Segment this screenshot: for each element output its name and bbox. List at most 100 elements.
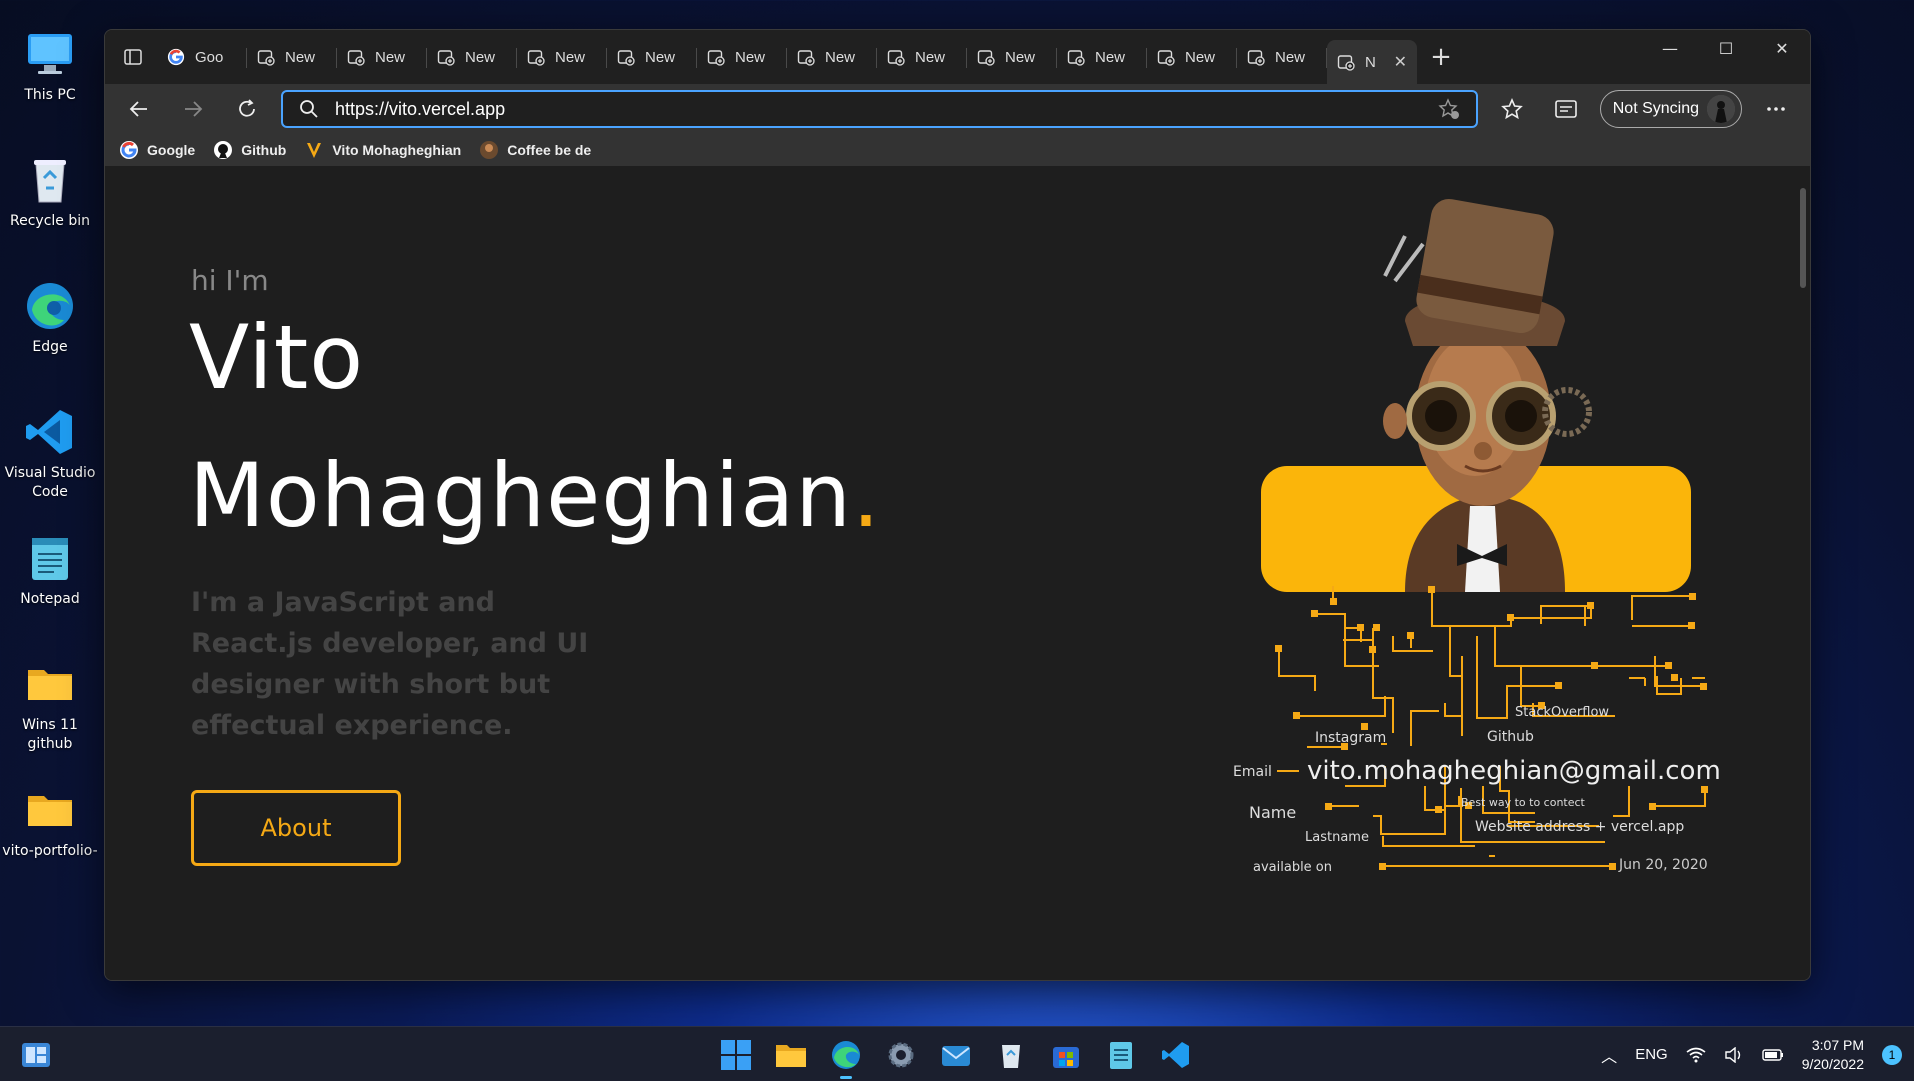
refresh-button[interactable]: [227, 89, 267, 129]
favorite-coffee[interactable]: Coffee be de: [479, 140, 591, 160]
browser-tab[interactable]: N ✕: [1327, 40, 1417, 84]
desktop-icon-folder-wins11[interactable]: Wins 11 github: [0, 658, 100, 754]
desktop-icon-vscode[interactable]: Visual Studio Code: [0, 406, 100, 502]
tab-label: N: [1365, 53, 1376, 71]
widgets-button[interactable]: [20, 1039, 52, 1071]
favorite-github[interactable]: Github: [213, 140, 286, 160]
forward-button[interactable]: [173, 89, 213, 129]
back-button[interactable]: [119, 89, 159, 129]
taskbar-file-explorer[interactable]: [771, 1035, 811, 1075]
taskbar-settings[interactable]: [881, 1035, 921, 1075]
best-way-label: Best way to to contect: [1461, 796, 1586, 809]
taskbar-edge[interactable]: [826, 1035, 866, 1079]
tab-label: New: [1005, 48, 1036, 66]
tab-label: New: [465, 48, 496, 66]
new-tab-icon: [977, 48, 995, 66]
add-favorite-icon[interactable]: [1438, 98, 1460, 120]
browser-tab[interactable]: New: [1057, 38, 1147, 76]
url-text[interactable]: https://vito.vercel.app: [335, 99, 1422, 120]
desktop-icon-folder-vito[interactable]: vito-portfolio-: [0, 784, 100, 861]
notepad-icon: [24, 532, 76, 584]
web-page: hi I'm Vito Mohagheghian. I'm a JavaScri…: [105, 166, 1810, 980]
browser-tab[interactable]: New: [877, 38, 967, 76]
forward-arrow-icon: [185, 101, 203, 117]
tab-actions-button[interactable]: [115, 39, 151, 75]
tab-strip: Goo New New New New New New New New New New New New N…: [105, 30, 1810, 84]
close-window-button[interactable]: ✕: [1754, 30, 1810, 66]
clock-time: 3:07 PM: [1811, 1036, 1864, 1053]
tab-label: Goo: [195, 48, 224, 66]
clock-date: 9/20/2022: [1801, 1055, 1864, 1072]
browser-tab[interactable]: New: [787, 38, 877, 76]
mail-icon: [942, 1046, 970, 1066]
desktop-icon-recycle-bin[interactable]: Recycle bin: [0, 154, 100, 231]
store-icon: [1053, 1047, 1079, 1068]
taskbar-apps: [716, 1035, 1196, 1079]
collections-icon: [1554, 100, 1577, 118]
close-tab-icon[interactable]: ✕: [1394, 52, 1407, 72]
start-button[interactable]: [716, 1035, 756, 1075]
desktop-icon-this-pc[interactable]: This PC: [0, 28, 100, 105]
notification-badge[interactable]: 1: [1882, 1044, 1902, 1065]
tab-label: New: [1095, 48, 1126, 66]
folder-icon: [24, 658, 76, 710]
language-indicator[interactable]: ENG: [1635, 1046, 1668, 1063]
taskbar-vscode[interactable]: [1156, 1035, 1196, 1075]
folder-icon: [776, 1045, 806, 1067]
profile-sync-button[interactable]: Not Syncing: [1599, 90, 1742, 128]
new-tab-icon: [617, 48, 635, 66]
tab-list: Goo New New New New New New New New New New New New N…: [157, 30, 1417, 84]
desktop-icon-label: Recycle bin: [10, 213, 90, 229]
new-tab-icon: [707, 48, 725, 66]
active-indicator: [840, 1076, 852, 1079]
github-label[interactable]: Github: [1487, 729, 1534, 745]
vscode-icon: [24, 406, 76, 458]
chevron-up-icon[interactable]: ︿: [1601, 1043, 1617, 1067]
email-address[interactable]: vito.mohagheghian@gmail.com: [1307, 756, 1721, 786]
available-date: Jun 20, 2020: [1618, 857, 1708, 873]
taskbar-store[interactable]: [1046, 1035, 1086, 1075]
browser-tab[interactable]: New: [607, 38, 697, 76]
desktop-icon-edge[interactable]: Edge: [0, 280, 100, 357]
tab-label: New: [735, 48, 766, 66]
sync-label: Not Syncing: [1612, 100, 1699, 117]
favorite-vito[interactable]: Vito Mohagheghian: [304, 140, 461, 160]
battery-icon[interactable]: [1762, 1048, 1784, 1062]
taskbar: ︿ ENG 3:07 PM 9/20/2022 1: [0, 1026, 1914, 1081]
edge-icon: [24, 280, 76, 332]
maximize-button[interactable]: ☐: [1698, 30, 1754, 66]
recycle-bin-icon: [24, 154, 76, 206]
taskbar-mail[interactable]: [936, 1035, 976, 1075]
tab-label: New: [1185, 48, 1216, 66]
browser-tab[interactable]: Goo: [157, 38, 247, 76]
address-bar[interactable]: https://vito.vercel.app: [281, 90, 1478, 128]
browser-tab[interactable]: New: [427, 38, 517, 76]
clock[interactable]: 3:07 PM 9/20/2022: [1802, 1036, 1864, 1074]
browser-tab[interactable]: New: [967, 38, 1057, 76]
minimize-button[interactable]: —: [1642, 30, 1698, 66]
vito-logo-icon: [307, 143, 322, 158]
browser-tab[interactable]: New: [517, 38, 607, 76]
stackoverflow-label[interactable]: StackOverflow: [1515, 705, 1609, 720]
browser-tab[interactable]: New: [1147, 38, 1237, 76]
browser-tab[interactable]: New: [1237, 38, 1327, 76]
tab-label: New: [555, 48, 586, 66]
new-tab-button[interactable]: +: [1423, 39, 1459, 75]
settings-more-button[interactable]: [1756, 89, 1796, 129]
lastname-label: Lastname: [1305, 830, 1369, 845]
browser-tab[interactable]: New: [697, 38, 787, 76]
gear-icon: [888, 1042, 914, 1068]
desktop-icon-notepad[interactable]: Notepad: [0, 532, 100, 609]
favorites-button[interactable]: [1492, 89, 1532, 129]
favorite-google[interactable]: Google: [119, 140, 195, 160]
desktop-icon-label: Notepad: [20, 591, 80, 607]
volume-icon[interactable]: [1724, 1046, 1744, 1063]
taskbar-notepad[interactable]: [1101, 1035, 1141, 1075]
wifi-icon[interactable]: [1686, 1047, 1706, 1063]
browser-tab[interactable]: New: [337, 38, 427, 76]
email-label: Email: [1233, 764, 1272, 780]
taskbar-recycle-bin[interactable]: [991, 1035, 1031, 1075]
browser-tab[interactable]: New: [247, 38, 337, 76]
instagram-label[interactable]: Instagram: [1315, 730, 1386, 746]
collections-button[interactable]: [1546, 89, 1586, 129]
